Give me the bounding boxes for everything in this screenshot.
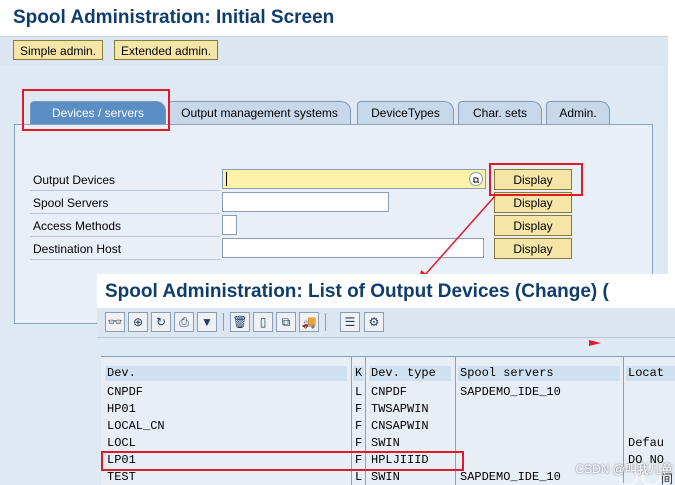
corner-text: 间	[660, 472, 673, 485]
toolbar-separator	[223, 313, 224, 331]
tab-device-types[interactable]: DeviceTypes	[357, 101, 454, 124]
divider	[30, 259, 220, 260]
column-header-location[interactable]: Locat	[626, 366, 675, 381]
table-cell-k: F	[355, 436, 363, 450]
access-methods-label: Access Methods	[33, 219, 122, 233]
print-icon[interactable]: ⎙	[174, 312, 194, 332]
table-cell-location: Defau	[628, 436, 665, 450]
output-devices-input[interactable]: ⧉	[222, 169, 486, 189]
settings-icon[interactable]: ⚙	[364, 312, 384, 332]
extended-admin-button[interactable]: Extended admin.	[114, 40, 219, 60]
table-cell-dev-type: SWIN	[371, 436, 400, 450]
access-methods-input[interactable]	[222, 215, 237, 235]
table-cell-dev-type: SWIN	[371, 470, 400, 484]
table-cell-dev[interactable]: TEST	[105, 469, 136, 485]
highlight-box-tab	[22, 89, 170, 131]
table-cell-dev-type: CNPDF	[371, 385, 408, 399]
table-cell-dev[interactable]: HP01	[105, 401, 136, 418]
tab-output-management-systems[interactable]: Output management systems	[168, 101, 351, 124]
table-cell-dev-type: TWSAPWIN	[371, 402, 429, 416]
table-cell-spool-server: SAPDEMO_IDE_10	[460, 470, 561, 484]
create-icon[interactable]: ▯	[253, 312, 273, 332]
output-devices-list-window: Spool Administration: List of Output Dev…	[97, 274, 675, 485]
tab-char-sets[interactable]: Char. sets	[458, 101, 542, 124]
table-cell-dev[interactable]: CNPDF	[105, 384, 143, 401]
destination-host-label: Destination Host	[33, 242, 122, 256]
copy-icon[interactable]: ⧉	[276, 312, 296, 332]
list-title-bar: Spool Administration: List of Output Dev…	[97, 274, 675, 308]
watermark-text: CSDN @叫我儿童	[575, 462, 673, 476]
filter-icon[interactable]: ▼	[197, 312, 217, 332]
glasses-display-icon[interactable]: 👓	[105, 312, 125, 332]
page-title: Spool Administration: Initial Screen	[13, 7, 335, 28]
delete-icon[interactable]: 🗑	[230, 312, 250, 332]
output-devices-label: Output Devices	[33, 173, 116, 187]
highlight-box-lp01-row	[101, 451, 464, 471]
tab-admin[interactable]: Admin.	[546, 101, 610, 124]
table-cell-dev[interactable]: LOCL	[105, 435, 136, 452]
spool-servers-label: Spool Servers	[33, 196, 109, 210]
table-cell-k: F	[355, 419, 363, 433]
table-cell-k: F	[355, 402, 363, 416]
divider	[30, 236, 220, 237]
table-cell-spool-server: SAPDEMO_IDE_10	[460, 385, 561, 399]
divider	[30, 213, 220, 214]
divider	[30, 190, 220, 191]
column-header-k[interactable]: K	[353, 366, 364, 381]
text-cursor	[226, 172, 227, 186]
spool-servers-input[interactable]	[222, 192, 389, 212]
column-header-dev[interactable]: Dev.	[105, 366, 347, 381]
table-cell-dev-type: CNSAPWIN	[371, 419, 429, 433]
table-cell-k: L	[355, 385, 363, 399]
collapse-arrow-icon[interactable]	[587, 338, 603, 348]
list-page-title: Spool Administration: List of Output Dev…	[105, 281, 609, 302]
details-icon[interactable]: ⊕	[128, 312, 148, 332]
title-bar: Spool Administration: Initial Screen	[0, 0, 668, 37]
table-cell-dev[interactable]: LOCAL_CN	[105, 418, 165, 435]
table-cell-k: L	[355, 470, 363, 484]
toolbar-separator	[325, 313, 326, 331]
column-header-spool-servers[interactable]: Spool servers	[458, 366, 620, 381]
refresh-icon[interactable]: ↻	[151, 312, 171, 332]
list-icon[interactable]: ☰	[340, 312, 360, 332]
search-help-icon[interactable]: ⧉	[469, 172, 483, 186]
simple-admin-button[interactable]: Simple admin.	[13, 40, 104, 60]
column-header-dev-type[interactable]: Dev. type	[369, 366, 451, 381]
transport-icon[interactable]: 🚚	[299, 312, 319, 332]
